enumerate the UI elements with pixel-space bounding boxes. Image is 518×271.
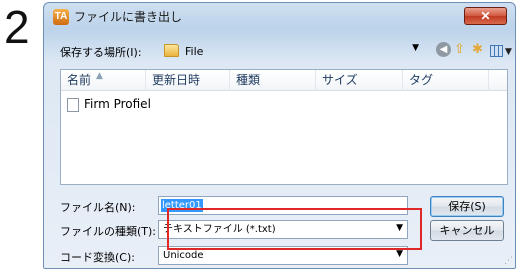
views-chevron-down-icon[interactable]: ▼ bbox=[505, 44, 512, 60]
column-header-modified[interactable]: 更新日時 bbox=[146, 70, 230, 91]
resize-grip-icon[interactable]: ⋰ bbox=[504, 256, 513, 266]
up-folder-icon[interactable]: ⇧ bbox=[454, 42, 465, 58]
views-menu-icon[interactable] bbox=[490, 45, 503, 57]
highlight-box bbox=[167, 208, 422, 250]
dialog-title: ファイルに書き出し bbox=[74, 10, 183, 24]
location-label: 保存する場所(I): bbox=[60, 46, 142, 59]
file-list: 名前 ▲ 更新日時 種類 サイズ タグ Firm Profiel bbox=[60, 69, 508, 185]
save-button[interactable]: 保存(S) bbox=[430, 196, 504, 217]
navigation-toolbar: ◀ ⇧ ✱ ▼ bbox=[436, 40, 515, 60]
step-number: 2 bbox=[4, 1, 30, 53]
column-header-tags[interactable]: タグ bbox=[403, 70, 489, 91]
chevron-down-icon: ▼ bbox=[412, 43, 419, 53]
column-header-name[interactable]: 名前 ▲ bbox=[61, 70, 146, 91]
back-icon[interactable]: ◀ bbox=[436, 42, 451, 57]
location-dropdown[interactable]: File ▼ bbox=[161, 40, 421, 62]
filename-label: ファイル名(N): bbox=[60, 201, 136, 214]
location-value: File bbox=[185, 45, 204, 58]
dialog-titlebar: TA ファイルに書き出し ✕ bbox=[44, 3, 515, 29]
document-icon bbox=[67, 98, 79, 112]
column-header-size[interactable]: サイズ bbox=[316, 70, 403, 91]
encoding-label: コード変換(C): bbox=[60, 251, 135, 264]
app-icon: TA bbox=[53, 9, 69, 25]
encoding-value: Unicode bbox=[163, 250, 204, 261]
close-icon: ✕ bbox=[480, 9, 491, 23]
folder-icon bbox=[164, 44, 179, 57]
new-folder-icon[interactable]: ✱ bbox=[472, 42, 483, 58]
cancel-button[interactable]: キャンセル bbox=[430, 220, 504, 241]
sort-up-icon: ▲ bbox=[96, 71, 103, 81]
chevron-down-icon: ▼ bbox=[396, 249, 403, 259]
column-header-type[interactable]: 種類 bbox=[230, 70, 316, 91]
list-header: 名前 ▲ 更新日時 種類 サイズ タグ bbox=[61, 70, 507, 91]
close-button[interactable]: ✕ bbox=[464, 7, 507, 25]
column-name-label: 名前 bbox=[67, 73, 92, 87]
filetype-label: ファイルの種類(T): bbox=[60, 225, 157, 238]
file-name: Firm Profiel bbox=[84, 97, 151, 111]
